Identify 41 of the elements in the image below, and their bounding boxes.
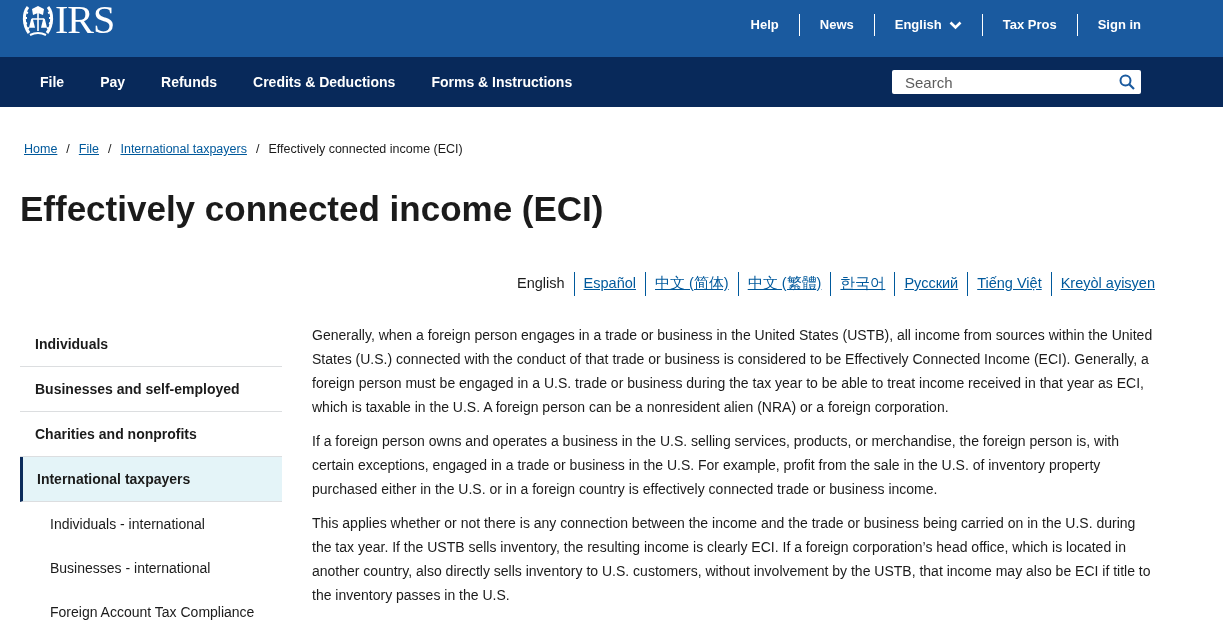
language-link[interactable]: 中文 (繁體): [747, 272, 822, 295]
nav-link[interactable]: Forms & Instructions: [431, 71, 573, 93]
search-field[interactable]: Search: [892, 70, 1141, 94]
nav-link[interactable]: Pay: [100, 71, 126, 93]
emblem-icon: [22, 3, 54, 37]
language-link[interactable]: Русский: [904, 272, 959, 295]
language-dropdown[interactable]: English: [894, 15, 962, 35]
body-paragraph: If a foreign person owns and operates a business in the U.S. selling services, products, or merchandise, the foreign person is, with certain exceptions, engaged in a trade or business in the U.S. For example, profit from the sale in the U.S. of inventory property purchased either in the U.S. or in a foreign country is effectively connected trade or business income.: [312, 431, 1120, 499]
breadcrumb-separator: /: [108, 141, 112, 158]
breadcrumb-link[interactable]: International taxpayers: [120, 140, 247, 159]
search-icon[interactable]: [1119, 74, 1135, 90]
language-link[interactable]: Tiếng Việt: [977, 272, 1042, 295]
sidebar-item[interactable]: Businesses and self-employed: [20, 366, 282, 412]
language-link[interactable]: Kreyòl ayisyen: [1060, 272, 1155, 295]
breadcrumb-link[interactable]: Home: [24, 140, 58, 159]
nav-link[interactable]: Refunds: [161, 71, 218, 93]
utility-link[interactable]: Tax Pros: [1002, 15, 1057, 35]
language-link[interactable]: 中文 (简体): [655, 272, 729, 295]
language-current: English: [517, 273, 565, 293]
sidebar-item[interactable]: Foreign Account Tax Compliance: [20, 589, 282, 630]
breadcrumb-current: Effectively connected income (ECI): [268, 141, 463, 158]
utility-link[interactable]: News: [819, 15, 854, 35]
utility-link[interactable]: Sign in: [1097, 15, 1141, 35]
breadcrumb-separator: /: [255, 141, 260, 158]
sidebar-item[interactable]: Businesses - international: [20, 545, 282, 590]
language-link[interactable]: Español: [583, 272, 636, 295]
sidebar-item[interactable]: Charities and nonprofits: [20, 411, 282, 457]
sidebar-item[interactable]: International taxpayers: [20, 456, 282, 502]
body-paragraph: Generally, when a foreign person engages in a trade or business in the United States (USTB), all income from sources within the United States (U.S.) connected with the conduct of that trade or business is considered to be Effectively Connected Income (ECI). Generally, a foreign person must be engaged in a U.S. trade or business during the tax year to be able to treat income received in that year as ECI, which is taxable in the U.S. A foreign person can be a nonresident alien (NRA) or a foreign corporation.: [312, 325, 1154, 417]
breadcrumb-link[interactable]: File: [78, 140, 99, 159]
breadcrumb-separator: /: [66, 141, 70, 158]
sidebar-item[interactable]: Individuals - international: [20, 501, 282, 546]
nav-link[interactable]: File: [40, 71, 65, 93]
chevron-down-icon: [948, 20, 962, 30]
irs-logo[interactable]: IRS: [22, 0, 115, 37]
nav-link[interactable]: Credits & Deductions: [253, 71, 396, 93]
page-title: Effectively connected income (ECI): [19, 187, 605, 230]
utility-link[interactable]: Help: [750, 15, 779, 35]
language-link[interactable]: 한국어: [840, 272, 886, 295]
body-paragraph: This applies whether or not there is any connection between the income and the trade or business being carried on in the U.S. during the tax year. If the USTB sells inventory, the resulting income is clearly ECI. If a foreign corporation’s head office, which is located in another country, also directly sells inventory to U.S. customers, without involvement by the USTB, that income may also be ECI if title to the inventory passes in the U.S.: [312, 513, 1152, 605]
sidebar-item[interactable]: Individuals: [20, 321, 282, 367]
